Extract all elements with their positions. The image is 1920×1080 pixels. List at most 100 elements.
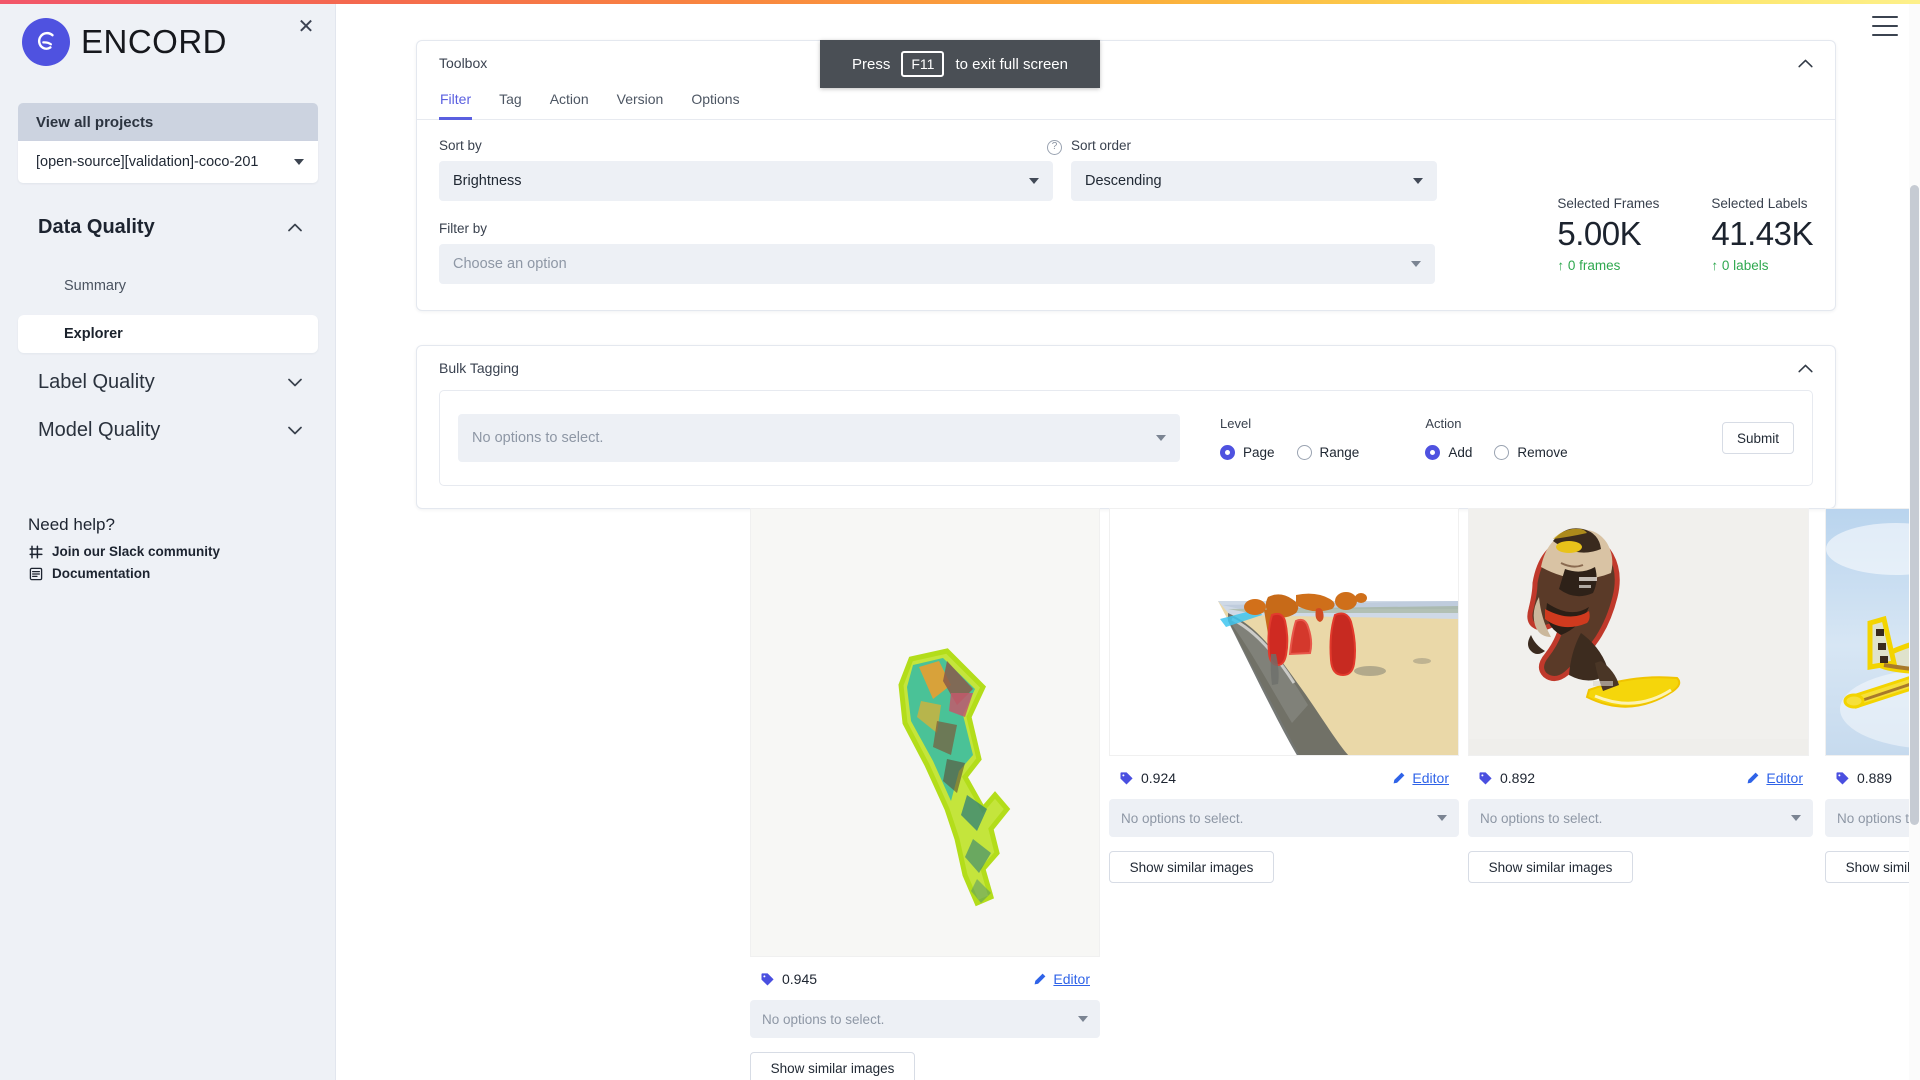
chevron-down-icon — [1156, 435, 1166, 441]
sidebar-item-explorer[interactable]: Explorer — [18, 315, 318, 353]
card-score-value: 0.945 — [782, 971, 818, 987]
pencil-icon — [1746, 771, 1760, 785]
sidebar-item-label: Explorer — [64, 326, 123, 342]
sidebar-group-label: Model Quality — [38, 418, 161, 441]
stat-selected-frames: Selected Frames 5.00K ↑ 0 frames — [1557, 196, 1659, 273]
chevron-down-icon — [1029, 178, 1039, 184]
scrollbar-thumb[interactable] — [1910, 185, 1919, 825]
image-card: 0.924 Editor No options to select. Show … — [1109, 508, 1459, 883]
sidebar-group-data-quality[interactable]: Data Quality — [18, 205, 318, 249]
card-meta: 0.924 Editor — [1109, 770, 1459, 786]
sidebar-group-label: Label Quality — [38, 370, 155, 393]
tag-icon — [760, 972, 775, 987]
hamburger-menu-icon[interactable] — [1872, 16, 1898, 36]
stat-delta: ↑ 0 labels — [1711, 258, 1813, 273]
image-card: 0.892 Editor No options to select. Show … — [1468, 508, 1813, 883]
chevron-down-icon — [1413, 178, 1423, 184]
radio-action-remove[interactable]: Remove — [1494, 445, 1568, 460]
bulk-tagging-header: Bulk Tagging — [417, 346, 1835, 390]
toolbox-header: Toolbox — [417, 41, 1835, 85]
vertical-scrollbar[interactable] — [1909, 0, 1920, 1080]
thumbnail-snowboarder-on-white-background[interactable] — [1468, 508, 1809, 756]
tab-action[interactable]: Action — [549, 85, 590, 120]
documentation-link[interactable]: Documentation — [28, 566, 220, 581]
close-icon[interactable]: ✕ — [293, 14, 319, 40]
sidebar-item-label: Summary — [64, 278, 127, 294]
radio-label: Remove — [1517, 445, 1568, 460]
sort-order-select[interactable]: Descending — [1071, 161, 1437, 201]
card-score: 0.945 — [760, 971, 817, 987]
card-score: 0.892 — [1478, 770, 1535, 786]
image-card: 0.945 Editor No options to select. Show … — [750, 508, 1100, 1080]
book-icon — [28, 566, 43, 581]
action-label: Action — [1425, 416, 1462, 431]
radio-dot-selected-icon — [1425, 445, 1441, 460]
question-circle-icon[interactable]: ? — [1047, 140, 1062, 155]
radio-action-add[interactable]: Add — [1425, 445, 1472, 460]
thumbnail-people-in-red-robes-on-desert-shoreline[interactable] — [1109, 508, 1459, 756]
help-link-label: Join our Slack community — [52, 544, 221, 559]
show-similar-images-button[interactable]: Show similar images — [1825, 851, 1920, 883]
tab-filter[interactable]: Filter — [439, 85, 473, 120]
filter-by-select[interactable]: Choose an option — [439, 244, 1435, 284]
toolbox-collapse-icon[interactable] — [1798, 59, 1813, 68]
filter-by-placeholder: Choose an option — [453, 256, 567, 272]
card-tag-select[interactable]: No options to select. — [750, 1000, 1100, 1038]
bulk-tag-select[interactable]: No options to select. — [458, 414, 1180, 462]
card-tag-placeholder: No options to select. — [1121, 810, 1244, 826]
thumbnail-kite-on-white-background[interactable] — [750, 508, 1100, 957]
card-tag-select[interactable]: No options to select. — [1468, 799, 1813, 837]
card-editor-link[interactable]: Editor — [1746, 770, 1803, 786]
show-similar-images-button[interactable]: Show similar images — [1468, 851, 1633, 883]
card-tag-select[interactable]: No options to select. — [1109, 799, 1459, 837]
arrow-up-icon: ↑ — [1557, 258, 1565, 273]
card-score: 0.889 — [1835, 770, 1892, 786]
view-all-projects-button[interactable]: View all projects — [18, 103, 318, 141]
chevron-down-icon — [294, 159, 304, 165]
stat-caption: Selected Labels — [1711, 196, 1808, 211]
sort-by-select[interactable]: Brightness — [439, 161, 1053, 201]
radio-dot-icon — [1494, 445, 1510, 460]
tab-options[interactable]: Options — [690, 85, 740, 120]
radio-level-range[interactable]: Range — [1296, 445, 1360, 460]
thumbnail-yellow-outlined-airplane-g-awgn-in-sky[interactable]: G-AWGN — [1825, 508, 1920, 756]
help-block: Need help? Join our Slack community Docu… — [28, 515, 220, 588]
page-loading-strip — [0, 0, 1920, 4]
help-title: Need help? — [28, 515, 115, 534]
stat-selected-labels: Selected Labels 41.43K ↑ 0 labels — [1711, 196, 1813, 273]
sidebar-item-summary[interactable]: Summary — [18, 267, 318, 305]
card-meta: 0.892 Editor — [1468, 770, 1813, 786]
show-similar-images-button[interactable]: Show similar images — [1109, 851, 1274, 883]
encord-logo-icon — [22, 18, 70, 66]
stat-delta-label: 0 frames — [1567, 258, 1621, 273]
slack-community-link[interactable]: Join our Slack community — [28, 544, 220, 559]
tab-tag[interactable]: Tag — [498, 85, 523, 120]
card-tag-placeholder: No options to select. — [1480, 810, 1603, 826]
main-content: Toolbox Filter Tag Action Version Option… — [336, 0, 1920, 1080]
help-link-label: Documentation — [52, 566, 151, 581]
radio-label: Range — [1319, 445, 1360, 460]
tab-version[interactable]: Version — [616, 85, 665, 120]
bulk-tagging-collapse-icon[interactable] — [1798, 364, 1813, 373]
bulk-tagging-submit-button[interactable]: Submit — [1722, 422, 1794, 454]
project-selector[interactable]: [open-source][validation]-coco-201 — [18, 141, 318, 183]
card-tag-select[interactable]: No options to select. — [1825, 799, 1920, 837]
card-editor-label: Editor — [1412, 770, 1449, 786]
show-similar-images-button[interactable]: Show similar images — [750, 1052, 915, 1080]
card-meta: 0.889 Editor — [1825, 770, 1920, 786]
chevron-up-icon — [288, 223, 302, 232]
card-editor-link[interactable]: Editor — [1033, 971, 1090, 987]
image-card: G-AWGN 0.889 Editor — [1825, 508, 1920, 883]
chevron-down-icon — [1078, 1016, 1088, 1022]
arrow-up-icon: ↑ — [1711, 258, 1719, 273]
slack-icon — [28, 544, 43, 559]
card-editor-link[interactable]: Editor — [1392, 770, 1449, 786]
stat-caption: Selected Frames — [1557, 196, 1660, 211]
sidebar-group-label: Data Quality — [38, 215, 155, 238]
sidebar-group-label-quality[interactable]: Label Quality — [18, 360, 318, 404]
radio-level-page[interactable]: Page — [1220, 445, 1275, 460]
sidebar-group-model-quality[interactable]: Model Quality — [18, 408, 318, 452]
chevron-down-icon — [1791, 815, 1801, 821]
brand-logo: ENCORD — [22, 18, 227, 66]
chevron-down-icon — [1437, 815, 1447, 821]
